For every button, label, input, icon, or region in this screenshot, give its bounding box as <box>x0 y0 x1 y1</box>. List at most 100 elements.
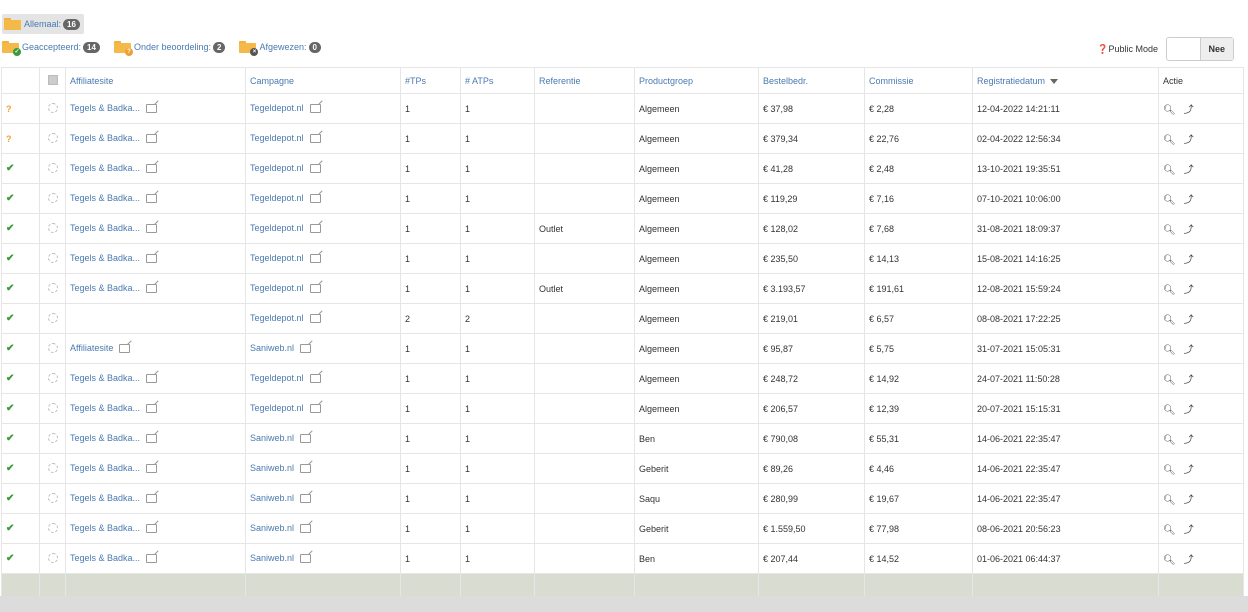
table-row[interactable]: ✔ Tegels & Badka... Saniweb.nl 1 1 Ben € 790,0… <box>1 423 1244 454</box>
route-icon[interactable]: ⤴ <box>1184 495 1194 506</box>
route-icon[interactable]: ⤴ <box>1184 465 1194 476</box>
route-icon[interactable]: ⤴ <box>1184 135 1194 146</box>
route-icon[interactable]: ⤴ <box>1184 285 1194 296</box>
external-link-icon[interactable] <box>300 523 312 533</box>
site-link[interactable]: Tegels & Badka... <box>70 253 140 263</box>
loading-icon[interactable] <box>47 222 58 233</box>
external-link-icon[interactable] <box>146 463 158 473</box>
route-icon[interactable]: ⤴ <box>1184 405 1194 416</box>
route-icon[interactable]: ⤴ <box>1184 195 1194 206</box>
table-row[interactable]: ✔ Tegels & Badka... Tegeldepot.nl 1 1 Algemee… <box>1 363 1244 394</box>
campaign-link[interactable]: Saniweb.nl <box>250 433 294 443</box>
table-row[interactable]: ✔ Tegels & Badka... Saniweb.nl 1 1 Geberit € 8… <box>1 453 1244 484</box>
col-select[interactable] <box>39 67 66 94</box>
tab-review[interactable]: ? Onder beoordeling: 2 <box>113 41 226 56</box>
route-icon[interactable]: ⤴ <box>1184 165 1194 176</box>
campaign-link[interactable]: Tegeldepot.nl <box>250 193 304 203</box>
external-link-icon[interactable] <box>146 493 158 503</box>
campaign-link[interactable]: Tegeldepot.nl <box>250 103 304 113</box>
external-link-icon[interactable] <box>300 553 312 563</box>
site-link[interactable]: Tegels & Badka... <box>70 283 140 293</box>
loading-icon[interactable] <box>47 162 58 173</box>
external-link-icon[interactable] <box>309 193 321 203</box>
external-link-icon[interactable] <box>300 433 312 443</box>
toggle-off-area[interactable] <box>1167 38 1200 60</box>
site-link[interactable]: Tegels & Badka... <box>70 403 140 413</box>
external-link-icon[interactable] <box>300 343 312 353</box>
col-tps[interactable]: #TPs <box>400 67 461 94</box>
search-icon[interactable]: 🔍︎ <box>1163 375 1176 386</box>
search-icon[interactable]: 🔍︎ <box>1163 225 1176 236</box>
table-row[interactable]: ✔ Tegeldepot.nl 2 2 Algemeen € 219,01 € 6,57 08… <box>1 303 1244 334</box>
loading-icon[interactable] <box>47 102 58 113</box>
route-icon[interactable]: ⤴ <box>1184 375 1194 386</box>
loading-icon[interactable] <box>47 282 58 293</box>
tab-rejected[interactable]: × Afgewezen: 0 <box>239 41 321 56</box>
site-link[interactable]: Tegels & Badka... <box>70 523 140 533</box>
loading-icon[interactable] <box>47 552 58 563</box>
table-row[interactable]: ✔ Tegels & Badka... Saniweb.nl 1 1 Saqu € 280,… <box>1 483 1244 514</box>
external-link-icon[interactable] <box>146 283 158 293</box>
search-icon[interactable]: 🔍︎ <box>1163 255 1176 266</box>
campaign-link[interactable]: Tegeldepot.nl <box>250 223 304 233</box>
search-icon[interactable]: 🔍︎ <box>1163 555 1176 566</box>
external-link-icon[interactable] <box>146 523 158 533</box>
site-link[interactable]: Tegels & Badka... <box>70 553 140 563</box>
table-row[interactable]: ✔ Tegels & Badka... Tegeldepot.nl 1 1 Outlet A… <box>1 273 1244 304</box>
campaign-link[interactable]: Tegeldepot.nl <box>250 133 304 143</box>
help-icon[interactable]: ❓ <box>1097 44 1108 54</box>
search-icon[interactable]: 🔍︎ <box>1163 195 1176 206</box>
col-ref[interactable]: Referentie <box>534 67 635 94</box>
table-row[interactable]: ✔ Tegels & Badka... Saniweb.nl 1 1 Geberit € 1… <box>1 513 1244 544</box>
site-link[interactable]: Tegels & Badka... <box>70 463 140 473</box>
route-icon[interactable]: ⤴ <box>1184 225 1194 236</box>
table-row[interactable]: ✔ Affiliatesite Saniweb.nl 1 1 Algemeen € 95,8… <box>1 333 1244 364</box>
external-link-icon[interactable] <box>309 103 321 113</box>
external-link-icon[interactable] <box>309 403 321 413</box>
external-link-icon[interactable] <box>146 193 158 203</box>
campaign-link[interactable]: Saniweb.nl <box>250 463 294 473</box>
table-row[interactable]: ? Tegels & Badka... Tegeldepot.nl 1 1 Algemee… <box>1 123 1244 154</box>
table-row[interactable]: ✔ Tegels & Badka... Tegeldepot.nl 1 1 Algemee… <box>1 183 1244 214</box>
external-link-icon[interactable] <box>146 103 158 113</box>
site-link[interactable]: Tegels & Badka... <box>70 163 140 173</box>
campaign-link[interactable]: Tegeldepot.nl <box>250 163 304 173</box>
external-link-icon[interactable] <box>300 493 312 503</box>
loading-icon[interactable] <box>47 492 58 503</box>
site-link[interactable]: Tegels & Badka... <box>70 133 140 143</box>
external-link-icon[interactable] <box>146 553 158 563</box>
search-icon[interactable]: 🔍︎ <box>1163 105 1176 116</box>
route-icon[interactable]: ⤴ <box>1184 105 1194 116</box>
external-link-icon[interactable] <box>119 343 131 353</box>
external-link-icon[interactable] <box>146 403 158 413</box>
toggle-value[interactable]: Nee <box>1199 38 1233 60</box>
external-link-icon[interactable] <box>146 223 158 233</box>
search-icon[interactable]: 🔍︎ <box>1163 405 1176 416</box>
external-link-icon[interactable] <box>300 463 312 473</box>
col-comm[interactable]: Commissie <box>864 67 973 94</box>
col-group[interactable]: Productgroep <box>634 67 759 94</box>
search-icon[interactable]: 🔍︎ <box>1163 285 1176 296</box>
tab-rejected-label[interactable]: Afgewezen: <box>259 42 306 52</box>
col-campaign[interactable]: Campagne <box>245 67 401 94</box>
loading-icon[interactable] <box>47 252 58 263</box>
table-row[interactable]: ✔ Tegels & Badka... Saniweb.nl 1 1 Ben € 207,4… <box>1 543 1244 574</box>
tab-all-label[interactable]: Allemaal: <box>24 19 61 29</box>
table-row[interactable]: ✔ Tegels & Badka... Tegeldepot.nl 1 1 Algemee… <box>1 243 1244 274</box>
public-mode-toggle[interactable]: Nee <box>1166 37 1234 61</box>
external-link-icon[interactable] <box>309 373 321 383</box>
campaign-link[interactable]: Tegeldepot.nl <box>250 403 304 413</box>
search-icon[interactable]: 🔍︎ <box>1163 435 1176 446</box>
site-link[interactable]: Tegels & Badka... <box>70 223 140 233</box>
bottom-scrollbar[interactable] <box>0 596 1248 612</box>
select-all-checkbox[interactable] <box>47 74 58 85</box>
site-link[interactable]: Affiliatesite <box>70 343 113 353</box>
col-site[interactable]: Affiliatesite <box>65 67 246 94</box>
loading-icon[interactable] <box>47 522 58 533</box>
external-link-icon[interactable] <box>309 253 321 263</box>
external-link-icon[interactable] <box>309 283 321 293</box>
route-icon[interactable]: ⤴ <box>1184 315 1194 326</box>
external-link-icon[interactable] <box>146 433 158 443</box>
site-link[interactable]: Tegels & Badka... <box>70 103 140 113</box>
campaign-link[interactable]: Tegeldepot.nl <box>250 253 304 263</box>
